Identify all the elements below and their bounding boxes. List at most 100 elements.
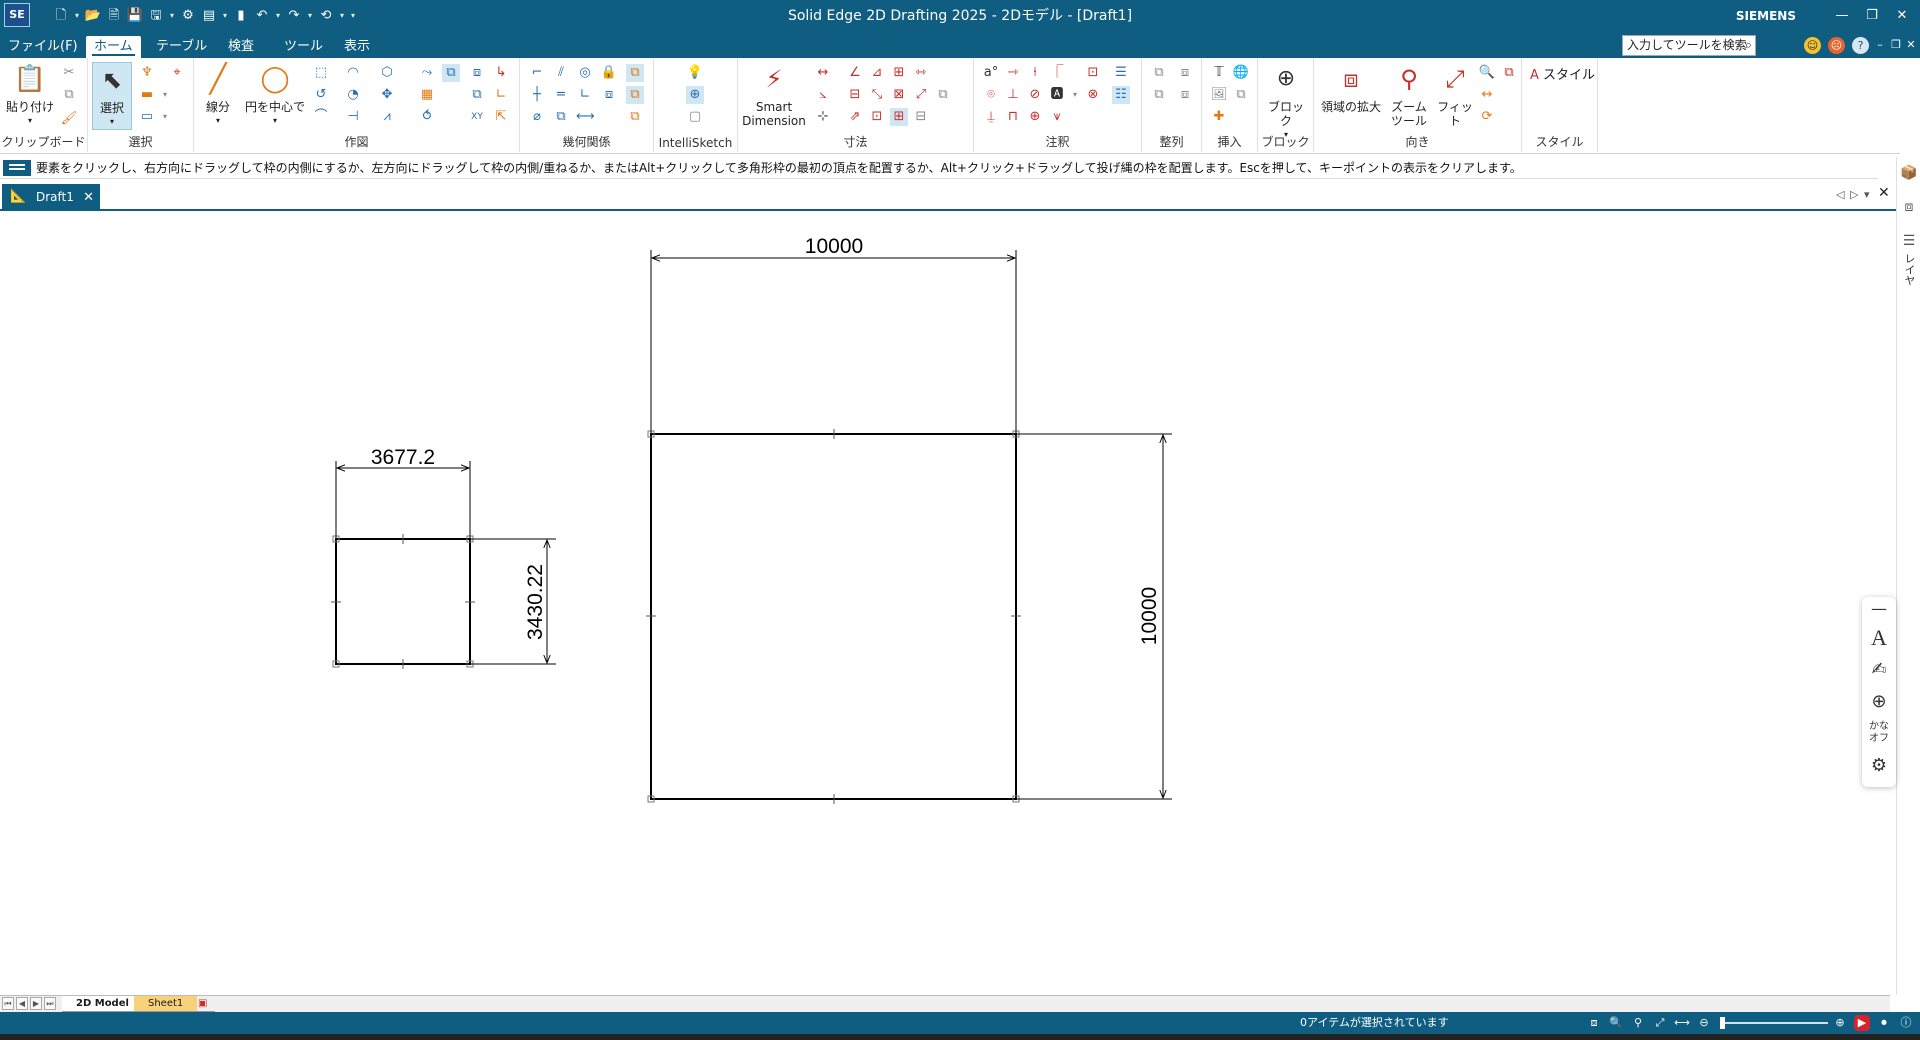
save-as-icon[interactable]: 🖫 [147, 7, 165, 25]
ribbon-minimize-button[interactable]: – [1872, 35, 1888, 55]
large-height-dimension[interactable]: 10000 [1016, 433, 1172, 800]
copy-attributes-icon[interactable]: ⧉ [934, 86, 952, 104]
move-icon[interactable]: ✥ [378, 86, 396, 104]
lock-icon[interactable]: 🔒 [600, 64, 618, 82]
small-width-dimension[interactable]: 3677.2 [335, 446, 471, 539]
insert-object-icon[interactable]: ⧉ [1232, 86, 1250, 104]
app-logo[interactable]: SE [4, 3, 30, 27]
help-status-icon[interactable]: ⓘ [1898, 1015, 1914, 1031]
cut-icon[interactable]: ✂ [60, 64, 78, 82]
fit-status-icon[interactable]: ⤢ [1652, 1015, 1668, 1031]
dimension-axis-icon[interactable]: ⊹ [814, 108, 832, 126]
fillet-icon[interactable]: ∟ [492, 86, 510, 104]
dimension-prefix-icon[interactable]: ⊞ [890, 108, 908, 126]
new-sheet-icon[interactable]: ▣ [190, 996, 216, 1012]
annotation-align-shape-icon[interactable]: ☷ [1112, 86, 1130, 104]
large-width-dimension[interactable]: 10000 [650, 235, 1017, 434]
small-rectangle[interactable] [331, 534, 475, 669]
surface-texture-icon[interactable]: ⌾ [982, 86, 1000, 104]
fill-icon[interactable]: ▦ [418, 86, 436, 104]
repeat-dropdown-icon[interactable]: ▾ [338, 7, 346, 25]
copy-icon[interactable]: ⧉ [60, 86, 78, 104]
horizontal-vertical-icon[interactable]: ┼ [528, 86, 546, 104]
send-back-icon[interactable]: ⧉ [1150, 86, 1168, 104]
dimension-group-icon[interactable]: ⊡ [868, 108, 886, 126]
balloon-icon[interactable]: a° [982, 64, 1000, 82]
dimension-position-icon[interactable]: ⇗ [846, 108, 864, 126]
distance-between-icon[interactable]: ↔ [814, 64, 832, 82]
kana-off-toggle[interactable]: かな オフ [1862, 721, 1896, 745]
help-icon[interactable]: ? [1852, 37, 1869, 54]
close-window-button[interactable]: ✕ [1888, 4, 1916, 28]
rigid-set-icon[interactable]: ⧉ [552, 108, 570, 126]
text-dropdown-icon[interactable]: ▾ [1066, 86, 1084, 104]
sheet-tab-2d-model[interactable]: 2D Model [62, 996, 143, 1012]
pick-point-icon[interactable]: ⌖ [168, 64, 186, 82]
dimension-edit-icon[interactable]: ⊟ [912, 108, 930, 126]
library-icon[interactable]: 📦 [1900, 165, 1918, 183]
intellisketch-snap-icon[interactable]: ⊕ [686, 86, 704, 104]
bolt-hole-circle-icon[interactable]: ⊕ [1026, 108, 1044, 126]
zoom-tool-status-icon[interactable]: ⚲ [1630, 1015, 1646, 1031]
chain-dimension-icon[interactable]: ⤢ [912, 86, 930, 104]
zoom-tool-button[interactable]: ⚲ ズーム ツール [1386, 62, 1432, 128]
record-icon[interactable]: ⏺ [1876, 1015, 1892, 1031]
new-file-icon[interactable]: 🗋 [52, 7, 70, 25]
centerline-icon[interactable]: ⊓ [1004, 108, 1022, 126]
block-button[interactable]: ⊕ ブロック ▾ [1264, 62, 1308, 142]
minimize-button[interactable]: — [1828, 4, 1856, 28]
repeat-icon[interactable]: ⟲ [317, 7, 335, 25]
rectangle-icon[interactable]: ⬚ [312, 64, 330, 82]
sheet-prev-icon[interactable]: ◀ [16, 997, 28, 1010]
prompt-menu-icon[interactable] [3, 160, 31, 176]
drawing-sheet[interactable]: 3677.2 3430.22 10000 10000 [0, 213, 1890, 995]
close-tab-icon[interactable]: ✕ [83, 184, 94, 211]
ellipse-icon[interactable]: ◔ [344, 86, 362, 104]
tab-next-icon[interactable]: ▷ [1850, 188, 1858, 201]
drawing-canvas[interactable]: 3677.2 3430.22 10000 10000 [0, 213, 1890, 995]
redo-dropdown-icon[interactable]: ▾ [306, 7, 314, 25]
format-painter-icon[interactable]: 🖌 [60, 110, 78, 128]
handwriting-icon[interactable]: ✍ [1862, 659, 1896, 680]
group-icon[interactable]: ▬ [138, 86, 156, 104]
zoom-out-icon[interactable]: ⊖ [1696, 1015, 1712, 1031]
bring-forward-icon[interactable]: ⧈ [1176, 64, 1194, 82]
tool-search-input[interactable]: 入力してツールを検索 ⌕ [1622, 35, 1756, 56]
scale-icon[interactable]: ⇱ [492, 108, 510, 126]
arc-icon[interactable]: ◠ [344, 64, 362, 82]
collapse-toolbar-icon[interactable]: — [1862, 599, 1896, 618]
rectangle-select-icon[interactable]: ▭ [138, 108, 156, 126]
close-document-icon[interactable]: ✕ [1878, 185, 1890, 201]
tab-prev-icon[interactable]: ◁ [1836, 188, 1844, 201]
tangent-arc-icon[interactable]: ↺ [312, 86, 330, 104]
feature-control-icon[interactable]: ⎾ [1048, 64, 1066, 82]
radial-dimension-icon[interactable]: ⤡ [868, 86, 886, 104]
refresh-view-icon[interactable]: ⟳ [1478, 108, 1496, 126]
text-tool-icon[interactable]: A [1862, 625, 1896, 651]
send-backward-icon[interactable]: ⧈ [1176, 86, 1194, 104]
group-dropdown-icon[interactable]: ▾ [156, 86, 174, 104]
leader-icon[interactable]: ⍿ [1026, 64, 1044, 82]
baseline-dimension-icon[interactable]: ⊠ [890, 86, 908, 104]
symmetric-diameter-icon[interactable]: ⊞ [890, 64, 908, 82]
annotation-alignment-icon[interactable]: ☰ [1112, 64, 1130, 82]
rectangle-select-dropdown-icon[interactable]: ▾ [156, 108, 174, 126]
zoom-area-button[interactable]: ⧈ 領域の拡大 [1318, 62, 1384, 114]
book-icon[interactable]: ▮ [232, 7, 250, 25]
edge-condition-icon[interactable]: ⊘ [1026, 86, 1044, 104]
document-close-button[interactable]: ✕ [1903, 35, 1919, 55]
undo-icon[interactable]: ↶ [253, 7, 271, 25]
tab-inspect[interactable]: 検査 [220, 36, 262, 58]
fit-button[interactable]: ⤢ フィット [1434, 62, 1476, 128]
xy-coordinate-icon[interactable]: XY [468, 108, 486, 126]
concentric-icon[interactable]: ◎ [576, 64, 594, 82]
pan-status-icon[interactable]: ⟷ [1674, 1015, 1690, 1031]
coordinate-dimension-icon[interactable]: ⊿ [868, 64, 886, 82]
text-box-icon[interactable]: 🅰 [1048, 86, 1066, 104]
datum-frame-icon[interactable]: ⊡ [1084, 64, 1102, 82]
smart-dimension-button[interactable]: ⚡ Smart Dimension [742, 62, 806, 128]
relation-handles-icon[interactable]: ⧉ [626, 86, 644, 104]
select-button[interactable]: ⬉ 選択 ▾ [92, 62, 132, 130]
small-height-dimension[interactable]: 3430.22 [470, 538, 556, 665]
center-mark-icon[interactable]: ⍊ [982, 108, 1000, 126]
